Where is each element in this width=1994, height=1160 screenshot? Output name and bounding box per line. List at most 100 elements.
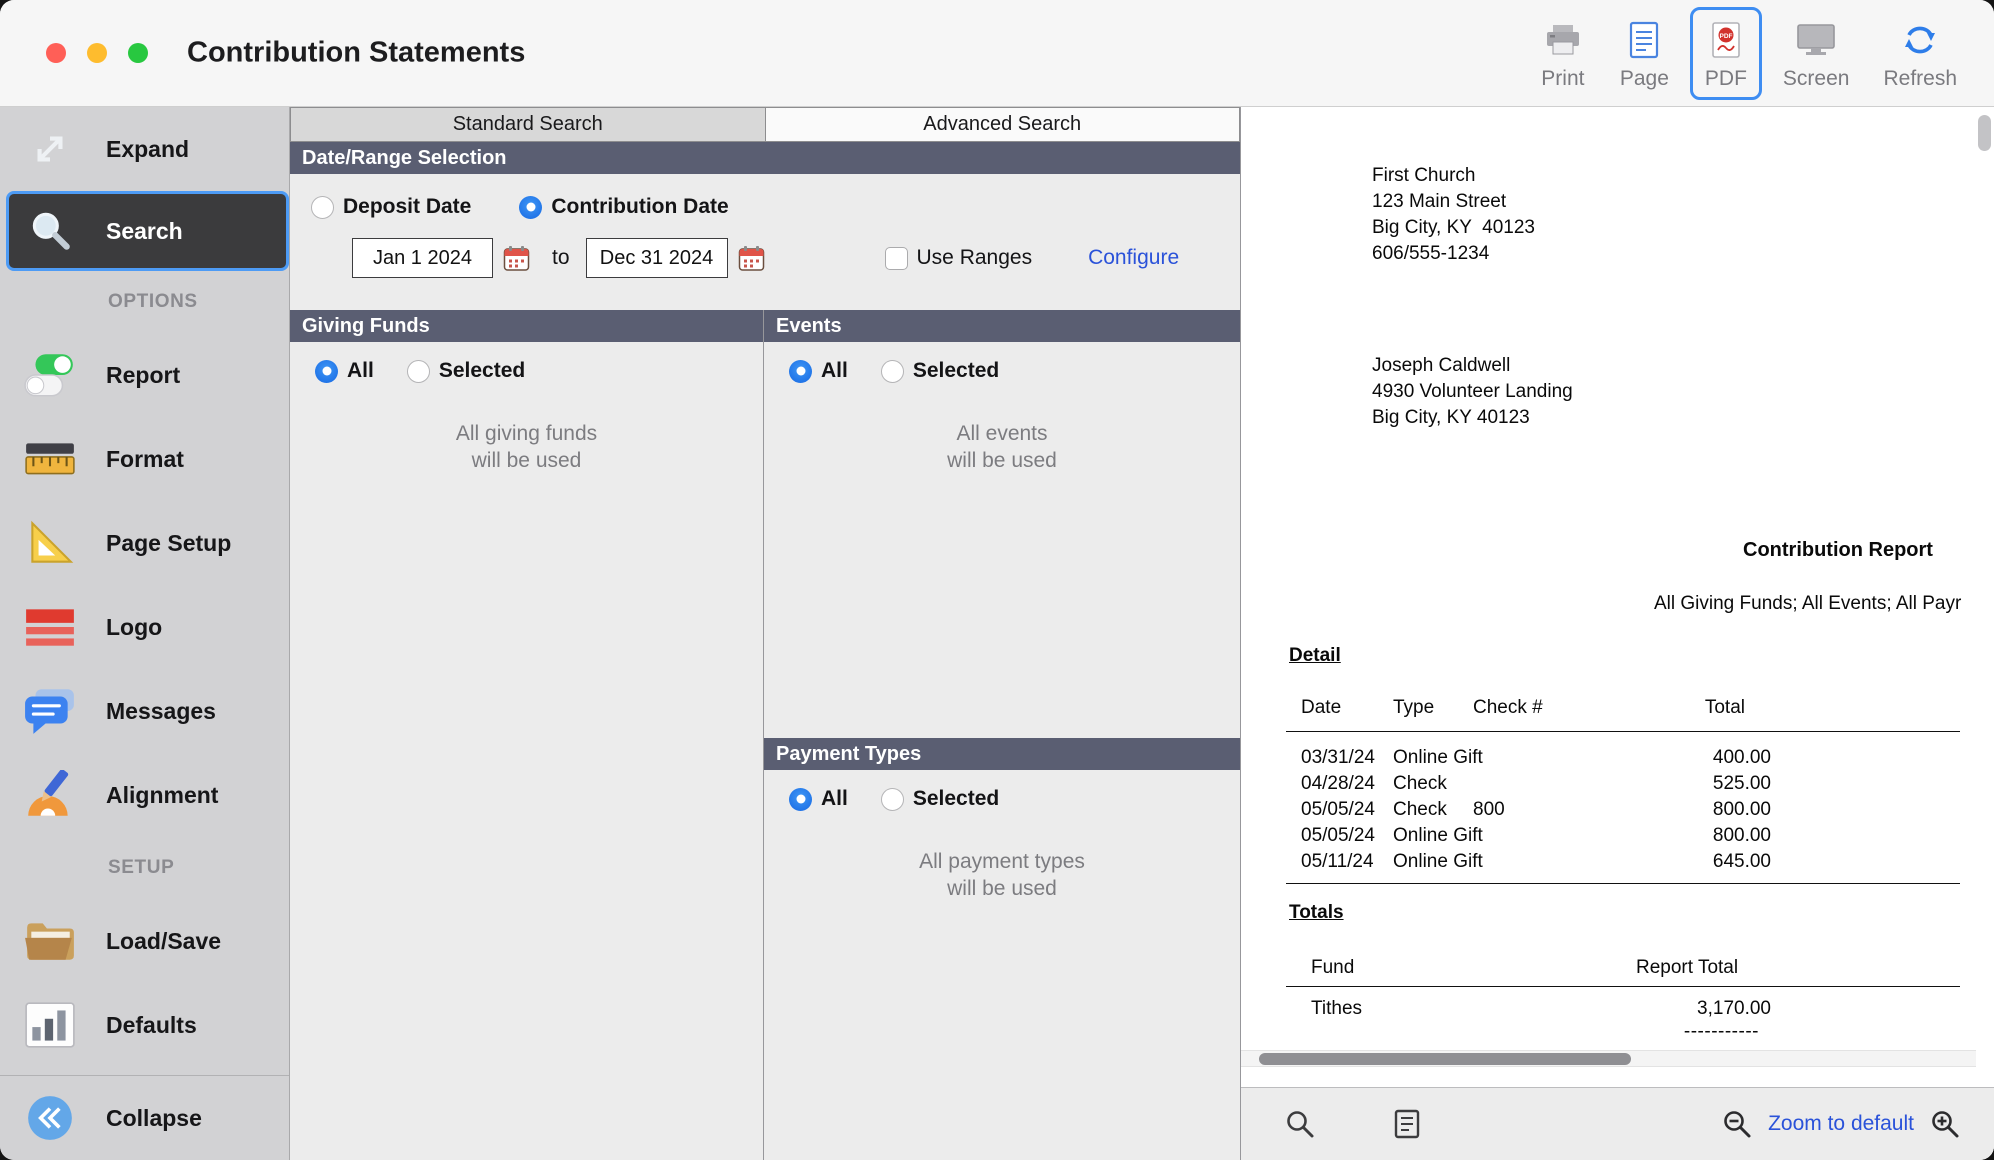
- deposit-date-label: Deposit Date: [343, 195, 472, 218]
- sidebar-item-logo[interactable]: Logo: [0, 585, 289, 669]
- payment-types-all-radio[interactable]: [789, 787, 812, 811]
- giving-funds-note: All giving funds will be used: [455, 422, 598, 472]
- report-title: Contribution Report: [1743, 539, 1933, 561]
- tab-advanced-search[interactable]: Advanced Search: [765, 107, 1240, 142]
- date-range-header: Date/Range Selection: [290, 142, 1240, 174]
- divider: [1286, 883, 1960, 884]
- events-all-radio[interactable]: [789, 359, 812, 383]
- sidebar-item-page-setup[interactable]: Page Setup: [0, 501, 289, 585]
- defaults-label: Defaults: [106, 1011, 197, 1038]
- from-date-field[interactable]: Jan 1 2024: [352, 238, 493, 278]
- contribution-date-radio[interactable]: [519, 195, 543, 219]
- giving-funds-selected-radio[interactable]: [406, 359, 430, 383]
- giving-funds-radios: All Selected: [315, 359, 525, 383]
- calendar-icon[interactable]: [503, 245, 530, 272]
- screen-icon: [1796, 18, 1836, 62]
- expand-label: Expand: [106, 135, 190, 162]
- sidebar-item-load-save[interactable]: Load/Save: [0, 899, 289, 983]
- svg-text:PDF: PDF: [1719, 32, 1732, 39]
- refresh-icon: [1901, 18, 1939, 62]
- page-icon: [1629, 18, 1659, 62]
- sidebar-item-alignment[interactable]: Alignment: [0, 753, 289, 837]
- window-title: Contribution Statements: [187, 36, 526, 69]
- tab-standard-search[interactable]: Standard Search: [290, 107, 766, 142]
- folder-icon: [22, 916, 78, 966]
- deposit-date-radio[interactable]: [311, 195, 334, 219]
- sidebar-item-messages[interactable]: Messages: [0, 669, 289, 753]
- report-preview: First Church 123 Main Street Big City, K…: [1241, 107, 1994, 1160]
- protractor-pencil-icon: [22, 770, 78, 820]
- zoom-window-button[interactable]: [128, 43, 148, 63]
- payment-types-selected-radio[interactable]: [880, 787, 904, 811]
- to-label: to: [552, 246, 570, 269]
- expand-arrows-icon: [22, 124, 78, 174]
- divider: [1286, 986, 1960, 987]
- preview-zoom-bar: Zoom to default: [1241, 1087, 1994, 1160]
- bar-chart-icon: [22, 1000, 78, 1050]
- date-mode-radios: Deposit Date Contribution Date: [311, 195, 729, 219]
- close-button[interactable]: [46, 43, 66, 63]
- giving-funds-all-radio[interactable]: [315, 359, 338, 383]
- zoom-in-icon[interactable]: [1930, 1109, 1960, 1139]
- zoom-out-icon[interactable]: [1722, 1109, 1752, 1139]
- alignment-label: Alignment: [106, 781, 219, 808]
- horizontal-scroll-thumb[interactable]: [1259, 1053, 1631, 1065]
- use-ranges-checkbox[interactable]: [884, 246, 908, 270]
- recipient-address: Joseph Caldwell 4930 Volunteer Landing B…: [1372, 355, 1573, 428]
- detail-column-headers: Date Type Check # Total: [1301, 697, 1745, 718]
- app-window: Contribution Statements Print Page PDF P…: [0, 0, 1994, 1160]
- sidebar-item-search[interactable]: Search: [6, 191, 289, 271]
- events-note: All events will be used: [947, 422, 1057, 472]
- detail-row: 05/11/24 Online Gift 645.00: [1301, 851, 1771, 872]
- speech-bubble-icon: [22, 686, 78, 736]
- payment-types-radios: All Selected: [789, 787, 999, 811]
- totals-column-headers: Fund Report Total: [1311, 957, 1739, 978]
- search-columns: Giving Funds All Selected All giving fun…: [290, 310, 1240, 1160]
- search-panel: Standard Search Advanced Search Date/Ran…: [290, 107, 1240, 1160]
- detail-row: 04/28/24 Check 525.00: [1301, 773, 1771, 794]
- pdf-button[interactable]: PDF PDF: [1689, 6, 1762, 100]
- logo-label: Logo: [106, 613, 163, 640]
- preview-vertical-scrollbar[interactable]: [1978, 115, 1991, 151]
- collapse-label: Collapse: [106, 1104, 202, 1131]
- report-subtitle: All Giving Funds; All Events; All Payr: [1654, 593, 1962, 614]
- messages-label: Messages: [106, 697, 216, 724]
- triangle-icon: [22, 518, 78, 568]
- payment-types-note: All payment types will be used: [919, 850, 1085, 900]
- sidebar-item-expand[interactable]: Expand: [0, 107, 289, 191]
- totals-heading: Totals: [1289, 902, 1344, 923]
- detail-heading: Detail: [1289, 645, 1341, 666]
- right-column: Events All Selected All events will be u…: [763, 310, 1240, 1160]
- payment-types-body: All Selected All payment types will be u…: [764, 770, 1240, 1160]
- page-button[interactable]: Page: [1607, 7, 1682, 100]
- logo-bars-icon: [22, 602, 78, 652]
- pdf-icon: PDF: [1711, 18, 1741, 62]
- calendar-icon[interactable]: [738, 245, 765, 272]
- ruler-icon: [22, 434, 78, 484]
- page-view-icon[interactable]: [1393, 1109, 1421, 1139]
- configure-link[interactable]: Configure: [1088, 246, 1179, 270]
- payment-types-selected-label: Selected: [912, 787, 1000, 810]
- refresh-button[interactable]: Refresh: [1870, 7, 1970, 100]
- print-button[interactable]: Print: [1527, 7, 1599, 100]
- traffic-lights: [46, 43, 148, 63]
- zoom-to-default-link[interactable]: Zoom to default: [1768, 1112, 1914, 1136]
- collapse-chevrons-icon: [22, 1093, 78, 1143]
- events-selected-radio[interactable]: [880, 359, 904, 383]
- printer-icon: [1544, 18, 1582, 62]
- find-icon[interactable]: [1285, 1109, 1315, 1139]
- screen-button[interactable]: Screen: [1770, 7, 1863, 100]
- giving-funds-body: All Selected All giving funds will be us…: [290, 342, 763, 1160]
- sidebar-item-collapse[interactable]: Collapse: [0, 1076, 289, 1160]
- totals-separator: -----------: [1683, 1021, 1759, 1042]
- sidebar-item-report[interactable]: Report: [0, 333, 289, 417]
- sidebar-item-defaults[interactable]: Defaults: [0, 983, 289, 1067]
- events-section: Events All Selected All events will be u…: [764, 310, 1240, 738]
- minimize-button[interactable]: [87, 43, 107, 63]
- preview-horizontal-scrollbar[interactable]: [1241, 1050, 1976, 1067]
- detail-row: 05/05/24 Online Gift 800.00: [1301, 825, 1771, 846]
- to-date-field[interactable]: Dec 31 2024: [585, 238, 728, 278]
- date-range-section: Deposit Date Contribution Date Jan 1 202…: [290, 174, 1240, 310]
- payment-types-all-label: All: [821, 787, 848, 810]
- sidebar-item-format[interactable]: Format: [0, 417, 289, 501]
